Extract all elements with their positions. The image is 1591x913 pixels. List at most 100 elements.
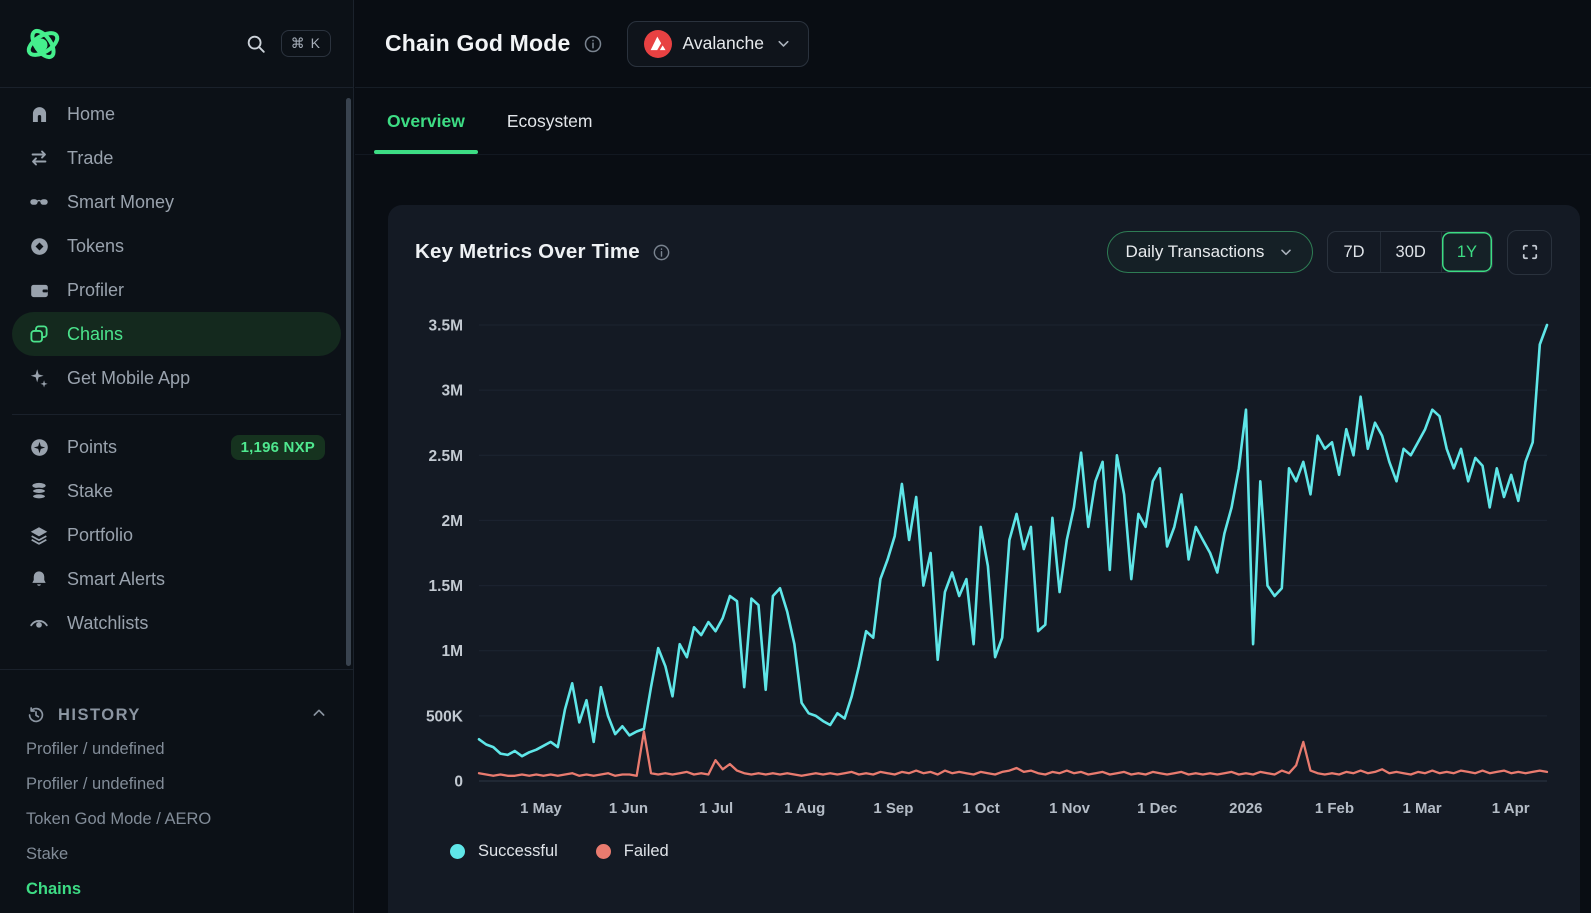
chart-area[interactable]: 0500K1M1.5M2M2.5M3M3.5M1 May1 Jun1 Jul1 … (415, 291, 1552, 830)
svg-text:3M: 3M (441, 383, 463, 400)
sidebar-scrollbar[interactable] (346, 98, 351, 666)
svg-text:1.5M: 1.5M (429, 578, 463, 595)
svg-text:1 Sep: 1 Sep (873, 800, 913, 817)
sidebar-divider (12, 414, 341, 415)
history-item[interactable]: Stake (26, 837, 327, 872)
nansen-logo[interactable] (20, 21, 66, 67)
sidebar-item-label: Points (67, 437, 117, 458)
search-icon[interactable] (245, 33, 267, 55)
range-1y-button[interactable]: 1Y (1442, 232, 1492, 272)
svg-text:1 Mar: 1 Mar (1402, 800, 1441, 817)
sidebar-nav: Home Trade Smart Money (0, 88, 353, 645)
failed-legend-dot (596, 844, 611, 859)
sparkles-icon (28, 367, 50, 389)
legend-label: Successful (478, 842, 558, 861)
range-7d-button[interactable]: 7D (1328, 232, 1380, 272)
legend-item-failed[interactable]: Failed (596, 842, 669, 861)
metric-selector-label: Daily Transactions (1126, 242, 1265, 262)
tab-overview[interactable]: Overview (374, 88, 478, 154)
sidebar-item-smart-alerts[interactable]: Smart Alerts (12, 557, 341, 601)
history-item-current[interactable]: Chains (26, 872, 327, 907)
home-icon (28, 103, 50, 125)
sidebar-divider-2 (0, 669, 353, 670)
key-metrics-chart[interactable]: 0500K1M1.5M2M2.5M3M3.5M1 May1 Jun1 Jul1 … (415, 291, 1549, 825)
chevron-up-icon[interactable] (311, 705, 327, 726)
history-item[interactable]: Token God Mode / AERO (26, 802, 327, 837)
search-shortcut-badge[interactable]: ⌘ K (281, 30, 331, 57)
card-controls: Daily Transactions 7D 30D 1Y (1107, 230, 1552, 275)
sidebar-item-label: Smart Alerts (67, 569, 165, 590)
history-section: HISTORY Profiler / undefined Profiler / … (0, 680, 353, 907)
chain-selector-label: Avalanche (683, 33, 764, 54)
sidebar-item-chains[interactable]: Chains (12, 312, 341, 356)
card-info-icon[interactable] (652, 243, 671, 262)
chevron-down-icon (1278, 244, 1294, 260)
fullscreen-button[interactable] (1507, 230, 1552, 275)
card-title: Key Metrics Over Time (415, 240, 640, 264)
sidebar-item-label: Smart Money (67, 192, 174, 213)
legend-item-successful[interactable]: Successful (450, 842, 558, 861)
sidebar: ⌘ K Home Trade Smar (0, 0, 354, 913)
svg-text:2M: 2M (441, 513, 463, 530)
sidebar-item-tokens[interactable]: Tokens (12, 224, 341, 268)
tab-ecosystem[interactable]: Ecosystem (494, 88, 606, 154)
nxp-points-badge: 1,196 NXP (231, 435, 325, 460)
sunglasses-icon (28, 191, 50, 213)
svg-text:1 Feb: 1 Feb (1315, 800, 1354, 817)
bell-icon (28, 568, 50, 590)
svg-text:0: 0 (454, 774, 463, 791)
eye-icon (28, 612, 50, 634)
history-item[interactable]: Profiler / undefined (26, 767, 327, 802)
history-title: HISTORY (58, 706, 141, 725)
svg-text:2.5M: 2.5M (429, 448, 463, 465)
chart-legend: Successful Failed (415, 842, 1552, 861)
sidebar-item-stake[interactable]: Stake (12, 469, 341, 513)
successful-legend-dot (450, 844, 465, 859)
avalanche-logo-icon (644, 30, 672, 58)
info-icon[interactable] (583, 34, 603, 54)
sidebar-item-home[interactable]: Home (12, 92, 341, 136)
points-star-icon (28, 436, 50, 458)
metric-selector-dropdown[interactable]: Daily Transactions (1107, 231, 1314, 273)
svg-text:2026: 2026 (1229, 800, 1262, 817)
history-clock-icon (26, 705, 46, 725)
trade-arrows-icon (28, 147, 50, 169)
token-icon (28, 235, 50, 257)
range-30d-button[interactable]: 30D (1381, 232, 1442, 272)
sidebar-item-get-mobile-app[interactable]: Get Mobile App (12, 356, 341, 400)
svg-text:1M: 1M (441, 643, 463, 660)
key-metrics-card: Key Metrics Over Time Daily Transactions (388, 205, 1580, 913)
svg-text:3.5M: 3.5M (429, 318, 463, 335)
sidebar-item-label: Home (67, 104, 115, 125)
tab-bar: Overview Ecosystem (355, 88, 1591, 155)
chevron-down-icon (775, 35, 792, 52)
sidebar-item-portfolio[interactable]: Portfolio (12, 513, 341, 557)
card-header: Key Metrics Over Time Daily Transactions (415, 229, 1552, 275)
stake-coins-icon (28, 480, 50, 502)
chain-selector-dropdown[interactable]: Avalanche (627, 21, 809, 67)
sidebar-item-label: Stake (67, 481, 113, 502)
sidebar-item-label: Chains (67, 324, 123, 345)
sidebar-item-watchlists[interactable]: Watchlists (12, 601, 341, 645)
app-window: ⌘ K Home Trade Smar (0, 0, 1591, 913)
main-area: Chain God Mode Avalanche Overview Ecosys… (355, 0, 1591, 913)
legend-label: Failed (624, 842, 669, 861)
sidebar-item-profiler[interactable]: Profiler (12, 268, 341, 312)
svg-text:500K: 500K (426, 708, 464, 725)
layers-icon (28, 524, 50, 546)
svg-text:1 Apr: 1 Apr (1492, 800, 1530, 817)
sidebar-item-points[interactable]: Points 1,196 NXP (12, 425, 341, 469)
svg-text:1 May: 1 May (520, 800, 562, 817)
sidebar-item-label: Watchlists (67, 613, 148, 634)
history-item[interactable]: Profiler / undefined (26, 732, 327, 767)
sidebar-item-label: Tokens (67, 236, 124, 257)
svg-text:1 Dec: 1 Dec (1137, 800, 1177, 817)
svg-text:1 Oct: 1 Oct (962, 800, 1000, 817)
history-header[interactable]: HISTORY (26, 698, 327, 732)
svg-text:1 Jun: 1 Jun (609, 800, 648, 817)
chains-icon (28, 323, 50, 345)
sidebar-item-smart-money[interactable]: Smart Money (12, 180, 341, 224)
sidebar-item-label: Trade (67, 148, 113, 169)
sidebar-item-label: Portfolio (67, 525, 133, 546)
sidebar-item-trade[interactable]: Trade (12, 136, 341, 180)
